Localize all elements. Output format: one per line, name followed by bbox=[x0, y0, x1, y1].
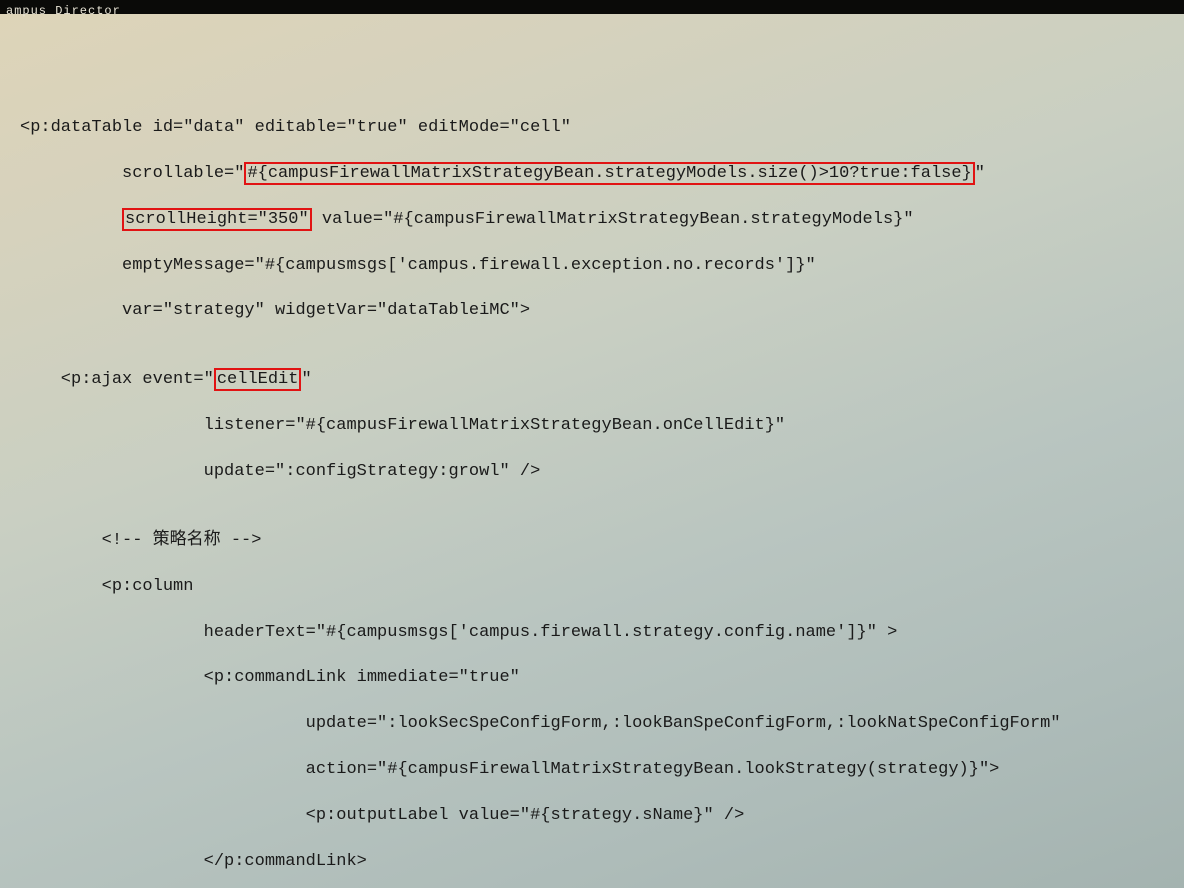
code-line: headerText="#{campusmsgs['campus.firewal… bbox=[20, 622, 1164, 645]
code-line: <p:commandLink immediate="true" bbox=[20, 667, 1164, 690]
code-document: <p:dataTable id="data" editable="true" e… bbox=[0, 14, 1184, 888]
code-line: listener="#{campusFirewallMatrixStrategy… bbox=[20, 415, 1164, 438]
code-text: <p:ajax event=" bbox=[20, 370, 214, 389]
highlight-scrollheight: scrollHeight="350" bbox=[122, 208, 312, 231]
code-text bbox=[20, 210, 122, 229]
code-line: var="strategy" widgetVar="dataTableiMC"> bbox=[20, 300, 1164, 323]
code-line: <!-- 策略名称 --> bbox=[20, 530, 1164, 553]
code-line: scrollHeight="350" value="#{campusFirewa… bbox=[20, 209, 1164, 232]
code-line: <p:column bbox=[20, 576, 1164, 599]
code-text: " bbox=[975, 164, 985, 183]
highlight-celledit: cellEdit bbox=[214, 368, 302, 391]
code-line: scrollable="#{campusFirewallMatrixStrate… bbox=[20, 163, 1164, 186]
code-line: </p:commandLink> bbox=[20, 851, 1164, 874]
highlight-scrollable-expr: #{campusFirewallMatrixStrategyBean.strat… bbox=[244, 162, 974, 185]
code-text: value="#{campusFirewallMatrixStrategyBea… bbox=[312, 210, 914, 229]
code-line: emptyMessage="#{campusmsgs['campus.firew… bbox=[20, 255, 1164, 278]
code-line: <p:dataTable id="data" editable="true" e… bbox=[20, 117, 1164, 140]
code-line: <p:ajax event="cellEdit" bbox=[20, 369, 1164, 392]
code-text: " bbox=[301, 370, 311, 389]
code-line: update=":configStrategy:growl" /> bbox=[20, 461, 1164, 484]
code-line: action="#{campusFirewallMatrixStrategyBe… bbox=[20, 759, 1164, 782]
code-text: scrollable=" bbox=[20, 164, 244, 183]
window-titlebar-fragment: ampus Director bbox=[0, 0, 1184, 14]
code-line: update=":lookSecSpeConfigForm,:lookBanSp… bbox=[20, 713, 1164, 736]
code-line: <p:outputLabel value="#{strategy.sName}"… bbox=[20, 805, 1164, 828]
